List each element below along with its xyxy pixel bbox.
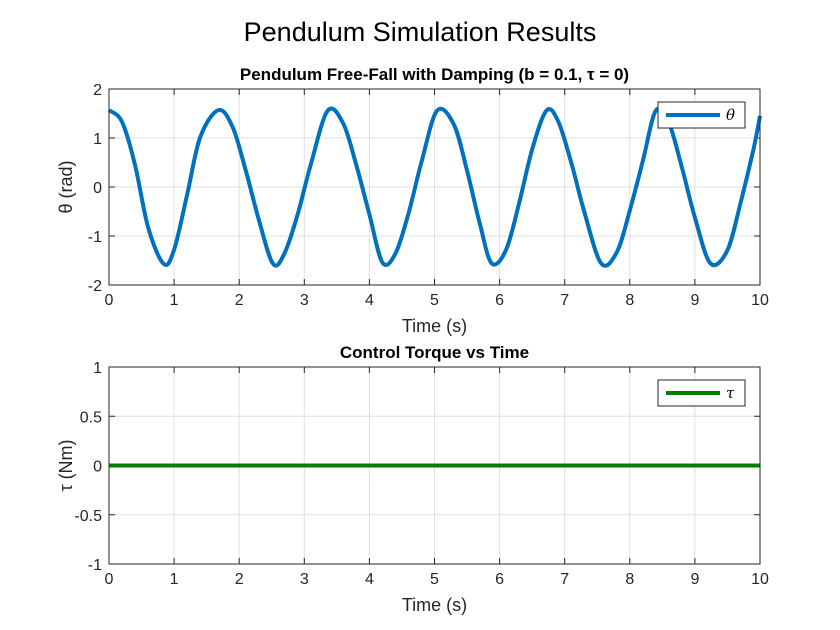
x-tick-label: 0 xyxy=(105,571,114,588)
y-tick-label: -1 xyxy=(88,229,102,246)
x-tick-label: 3 xyxy=(300,571,309,588)
subplot-title: Pendulum Free-Fall with Damping (b = 0.1… xyxy=(240,65,629,84)
legend: τ xyxy=(657,379,746,407)
figure-title: Pendulum Simulation Results xyxy=(244,17,597,47)
x-tick-label: 2 xyxy=(235,292,244,309)
y-axis-label: θ (rad) xyxy=(56,160,76,213)
y-tick-label: -0.5 xyxy=(74,508,102,525)
y-tick-label: 1 xyxy=(93,131,102,148)
plots-container: 0 1 2 3 4 5 6 7 8 9 10-2-1012Pendulum Free-Fall wi… xyxy=(56,65,769,615)
y-tick-label: 0.5 xyxy=(80,409,102,426)
legend-label: θ xyxy=(726,106,735,124)
legend: θ xyxy=(657,101,746,129)
x-tick-label: 6 xyxy=(495,292,504,309)
x-axis-label: Time (s) xyxy=(402,316,467,336)
x-tick-label: 1 xyxy=(170,571,179,588)
x-tick-label: 7 xyxy=(560,292,569,309)
x-tick-label: 7 xyxy=(560,571,569,588)
x-tick-label: 2 xyxy=(235,571,244,588)
x-tick-label: 5 xyxy=(430,292,439,309)
x-tick-label: 3 xyxy=(300,292,309,309)
x-tick-label: 8 xyxy=(625,571,634,588)
x-tick-label: 5 xyxy=(430,571,439,588)
y-tick-label: 0 xyxy=(93,180,102,197)
x-tick-label: 9 xyxy=(690,571,699,588)
x-tick-label: 10 xyxy=(751,571,769,588)
x-tick-label: 9 xyxy=(690,292,699,309)
x-tick-label: 6 xyxy=(495,571,504,588)
x-tick-label: 8 xyxy=(625,292,634,309)
x-tick-label: 1 xyxy=(170,292,179,309)
subplot-1: 0 1 2 3 4 5 6 7 8 9 10 -2 -1 0 1 2 Pendulum Free-Fall wi… xyxy=(56,65,769,336)
y-tick-label: -1 xyxy=(88,557,102,574)
figure: Pendulum Simulation Results 0 1 2 3 4 5 6 7 8 9 10… xyxy=(56,17,769,615)
subplot-title: Control Torque vs Time xyxy=(340,343,529,362)
x-tick-label: 4 xyxy=(365,571,374,588)
x-tick-label: 10 xyxy=(751,292,769,309)
y-axis-label: τ (Nm) xyxy=(56,439,76,491)
y-tick-label: -2 xyxy=(88,278,102,295)
legend-label: τ xyxy=(726,384,735,402)
x-tick-label: 4 xyxy=(365,292,374,309)
subplot-2: 0 1 2 3 4 5 6 7 8 9 10 -1 -0.5 0 0.5 1 Control Torque vs… xyxy=(56,343,769,615)
y-tick-label: 2 xyxy=(93,82,102,99)
x-tick-label: 0 xyxy=(105,292,114,309)
y-tick-label: 0 xyxy=(93,459,102,476)
y-tick-label: 1 xyxy=(93,360,102,377)
x-axis-label: Time (s) xyxy=(402,595,467,615)
